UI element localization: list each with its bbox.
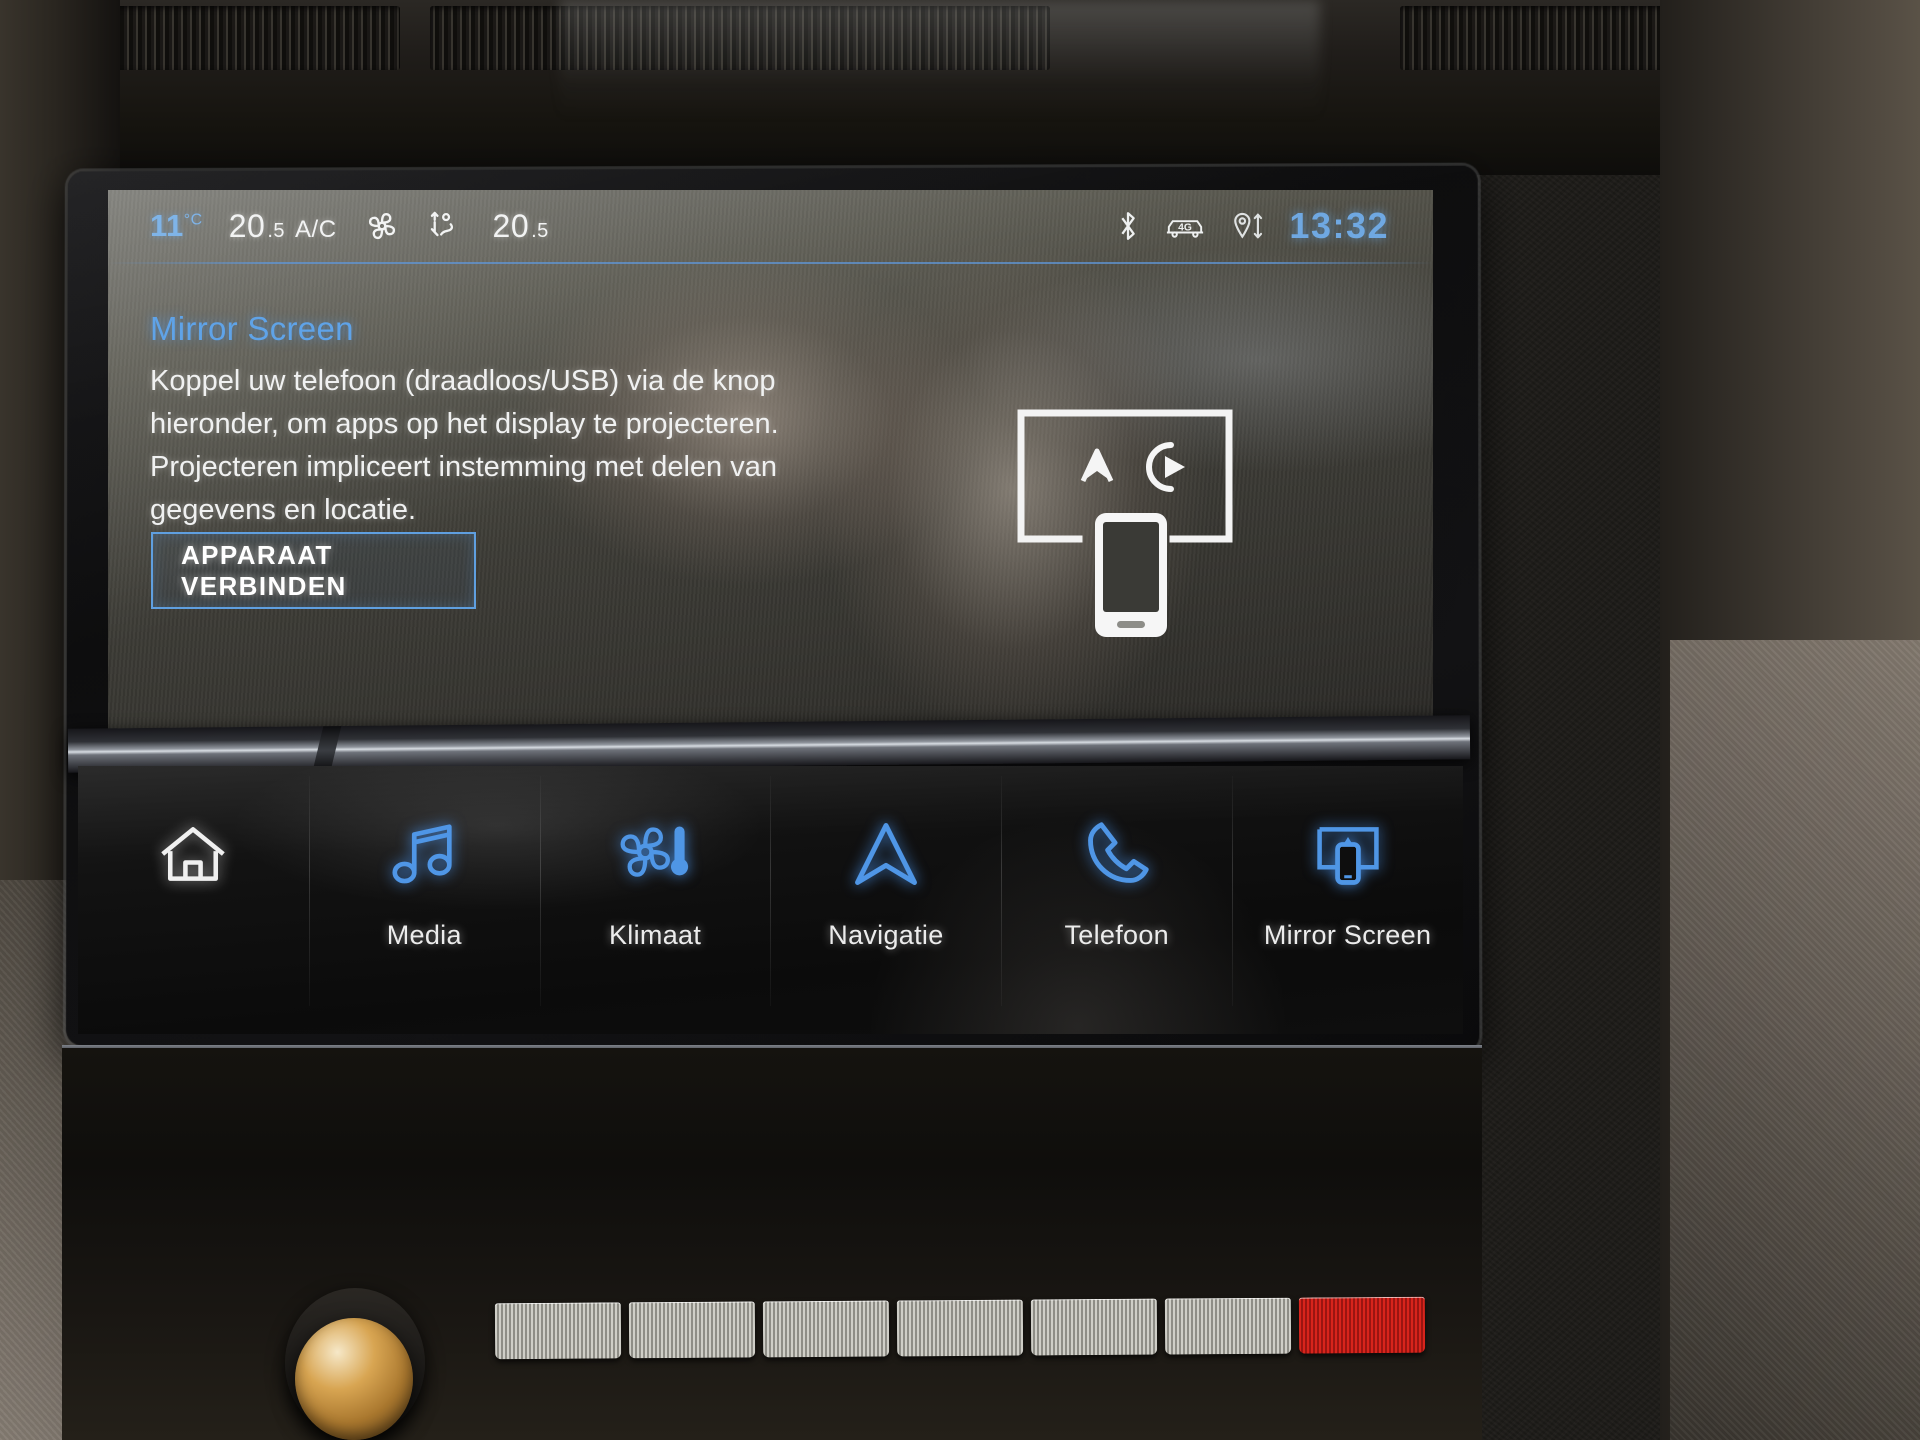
bottom-navigation-bar[interactable]: Media Klimaat Navigatie Telefoon Mirror … xyxy=(78,766,1463,1034)
fan-icon[interactable] xyxy=(363,207,401,245)
home-icon xyxy=(155,808,231,900)
seat-upholstery xyxy=(1670,640,1920,1440)
nav-label-telefoon: Telefoon xyxy=(1064,920,1168,951)
nav-label-media: Media xyxy=(387,920,462,951)
car-4g-icon: 4G xyxy=(1163,210,1207,242)
screen-mirror-icon xyxy=(1309,808,1387,900)
nav-item-telefoon[interactable]: Telefoon xyxy=(1001,766,1232,1034)
status-bar-divider xyxy=(108,262,1433,264)
phone-handset-icon xyxy=(1080,808,1154,900)
passenger-temp-int: 20 xyxy=(493,208,530,245)
nav-item-mirror-screen[interactable]: Mirror Screen xyxy=(1232,766,1463,1034)
outside-temp-value: 11 xyxy=(150,208,184,243)
airflow-direction-icon[interactable] xyxy=(427,207,467,245)
passenger-temp-dec: .5 xyxy=(531,220,549,243)
hvac-key-3[interactable] xyxy=(763,1300,889,1357)
nav-item-home[interactable] xyxy=(78,766,309,1034)
volume-knob[interactable] xyxy=(295,1318,413,1440)
nav-label-navigatie: Navigatie xyxy=(828,920,943,951)
main-display[interactable]: 11°C 20 .5 A/C 20 .5 4G 13:32 Mirror Scr… xyxy=(108,190,1433,730)
clock: 13:32 xyxy=(1289,205,1389,247)
hvac-key-6[interactable] xyxy=(1165,1298,1291,1355)
center-console xyxy=(62,1048,1482,1440)
hvac-button-strip[interactable] xyxy=(495,1297,1425,1359)
page-title: Mirror Screen xyxy=(150,310,354,348)
hvac-key-2[interactable] xyxy=(629,1301,755,1358)
hvac-key-1[interactable] xyxy=(495,1302,621,1359)
windshield-glare xyxy=(560,0,1320,120)
ac-label: A/C xyxy=(295,216,337,244)
outside-temperature: 11°C xyxy=(150,208,203,244)
screen-mirroring-illustration xyxy=(1013,399,1313,659)
driver-temp-dec: .5 xyxy=(267,220,285,243)
nav-label-mirror-screen: Mirror Screen xyxy=(1264,920,1431,951)
panel-description: Koppel uw telefoon (draadloos/USB) via d… xyxy=(150,360,830,532)
nav-item-media[interactable]: Media xyxy=(309,766,540,1034)
music-note-icon xyxy=(387,808,461,900)
driver-temperature[interactable]: 20 .5 A/C xyxy=(229,208,337,245)
nav-label-klimaat: Klimaat xyxy=(609,920,701,951)
fan-thermometer-icon xyxy=(612,808,698,900)
driver-temp-int: 20 xyxy=(229,208,266,245)
hvac-key-4[interactable] xyxy=(897,1300,1023,1357)
nav-item-navigatie[interactable]: Navigatie xyxy=(770,766,1001,1034)
status-bar: 11°C 20 .5 A/C 20 .5 4G 13:32 xyxy=(108,190,1433,262)
svg-text:4G: 4G xyxy=(1179,222,1193,233)
navigation-arrow-icon xyxy=(847,808,925,900)
mirror-screen-panel: Mirror Screen Koppel uw telefoon (draadl… xyxy=(108,264,1433,730)
passenger-temperature[interactable]: 20 .5 xyxy=(493,208,549,245)
connect-device-button-label: APPARAAT VERBINDEN xyxy=(181,540,474,602)
outside-temp-unit: °C xyxy=(184,212,203,229)
bluetooth-icon xyxy=(1115,209,1141,243)
hvac-key-5[interactable] xyxy=(1031,1299,1157,1356)
hazard-light-button[interactable] xyxy=(1299,1297,1425,1354)
nav-item-klimaat[interactable]: Klimaat xyxy=(540,766,771,1034)
connect-device-button[interactable]: APPARAAT VERBINDEN xyxy=(151,532,476,609)
location-sharing-icon xyxy=(1229,209,1267,243)
dashboard-photo: 11°C 20 .5 A/C 20 .5 4G 13:32 Mirror Scr… xyxy=(0,0,1920,1440)
bezel-notch xyxy=(313,726,342,770)
